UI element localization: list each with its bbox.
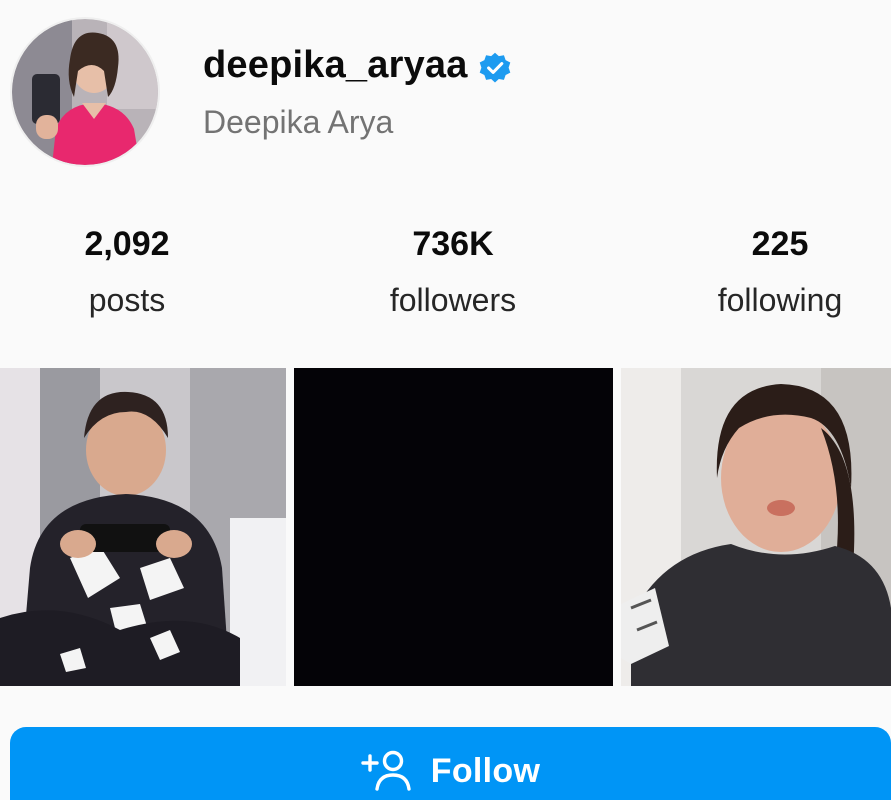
username[interactable]: deepika_aryaa [203, 44, 468, 87]
post-photo-icon [621, 368, 891, 686]
avatar-photo [12, 19, 158, 165]
stat-following-value: 225 [751, 225, 809, 263]
stat-followers[interactable]: 736K followers [323, 222, 583, 320]
verified-badge-icon [478, 51, 512, 85]
stat-posts-label: posts [88, 282, 166, 318]
stat-followers-label: followers [389, 282, 517, 318]
post-thumbnail-2[interactable] [294, 368, 613, 686]
post-thumbnail-3[interactable] [621, 368, 891, 686]
stat-following[interactable]: 225 following [650, 222, 891, 320]
display-name: Deepika Arya [203, 104, 394, 140]
follow-button-label: Follow [430, 751, 541, 790]
profile-stats: 2,092 posts 736K followers 225 following [0, 222, 891, 332]
post-thumbnail-1[interactable] [0, 368, 286, 686]
stat-posts-value: 2,092 [84, 225, 170, 263]
username-row: deepika_aryaa [203, 44, 512, 87]
add-person-icon [361, 749, 411, 793]
posts-grid [0, 368, 891, 686]
stat-following-label: following [717, 282, 843, 318]
post-photo-icon [0, 368, 286, 686]
follow-button-content: Follow [361, 749, 540, 793]
profile-card: deepika_aryaa Deepika Arya 2,092 posts 7… [0, 0, 891, 800]
stat-posts[interactable]: 2,092 posts [0, 222, 257, 320]
profile-avatar[interactable] [10, 17, 160, 167]
stat-followers-value: 736K [412, 225, 494, 263]
follow-button[interactable]: Follow [10, 727, 891, 800]
